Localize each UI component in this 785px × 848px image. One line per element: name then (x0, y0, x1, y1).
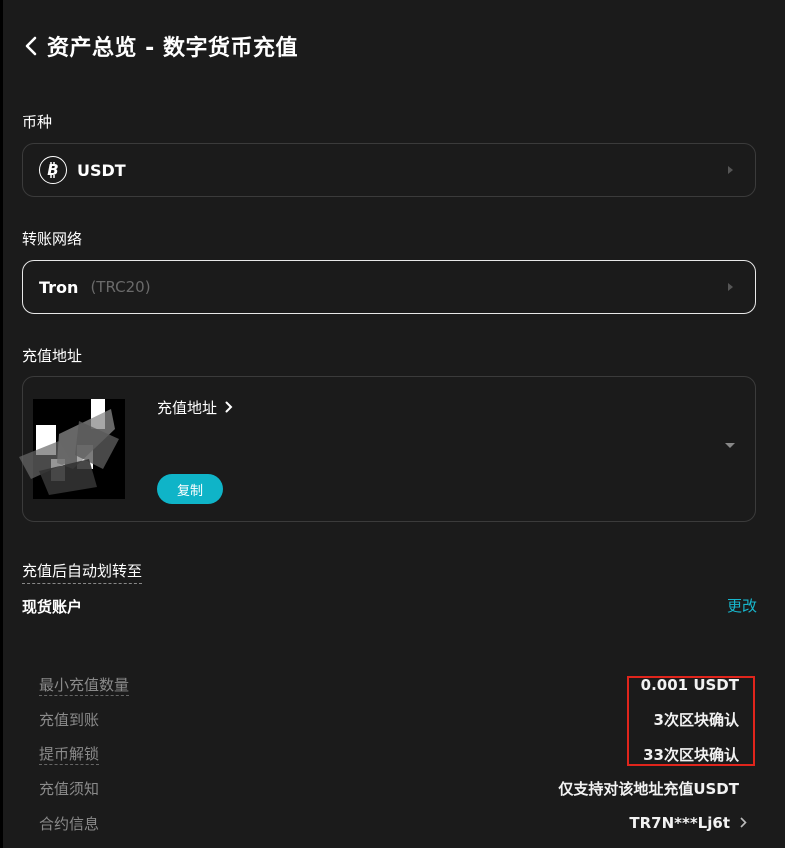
info-value: 仅支持对该地址充值USDT (558, 779, 739, 798)
chevron-right-icon (225, 399, 233, 417)
page-header: 资产总览 - 数字货币充值 (21, 30, 298, 62)
coin-value: USDT (77, 160, 126, 180)
coin-label: 币种 (22, 113, 53, 131)
svg-text:B: B (47, 161, 58, 179)
network-value: Tron (39, 277, 79, 297)
contract-info-link[interactable]: TR7N***Lj6t (629, 814, 747, 832)
info-row-contract[interactable]: 合约信息 TR7N***Lj6t (39, 811, 747, 835)
info-label: 最小充值数量 (39, 676, 130, 696)
page-title: 资产总览 - 数字货币充值 (47, 36, 298, 61)
bitcoin-icon: B (39, 156, 67, 184)
back-arrow-icon[interactable] (21, 34, 41, 58)
info-label: 充值到账 (39, 710, 100, 729)
info-label: 合约信息 (39, 814, 100, 833)
caret-down-icon[interactable] (725, 443, 735, 448)
caret-right-icon (728, 166, 733, 174)
deposit-page: 资产总览 - 数字货币充值 币种 B USDT 转账网络 Tron (TRC20… (3, 0, 785, 848)
address-label: 充值地址 (22, 347, 83, 365)
info-label: 充值须知 (39, 779, 100, 798)
caret-right-icon (728, 283, 733, 291)
chevron-right-icon (740, 814, 747, 832)
network-label: 转账网络 (22, 230, 83, 248)
copy-button[interactable]: 复制 (157, 474, 223, 504)
info-label: 提币解锁 (39, 745, 100, 765)
target-account: 现货账户 (22, 598, 83, 616)
address-title-link[interactable]: 充值地址 (157, 397, 233, 418)
info-row-notice: 充值须知 仅支持对该地址充值USDT (39, 776, 739, 800)
network-sub: (TRC20) (90, 278, 151, 296)
info-value: TR7N***Lj6t (629, 814, 730, 832)
network-select[interactable]: Tron (TRC20) (22, 260, 756, 314)
auto-transfer-label: 充值后自动划转至 (22, 560, 143, 584)
highlight-annotation (627, 676, 755, 766)
qr-code-image (19, 399, 129, 499)
address-title: 充值地址 (157, 399, 218, 417)
address-card: 充值地址 复制 (19, 376, 756, 522)
coin-select[interactable]: B USDT (22, 143, 756, 197)
change-account-link[interactable]: 更改 (727, 595, 757, 616)
